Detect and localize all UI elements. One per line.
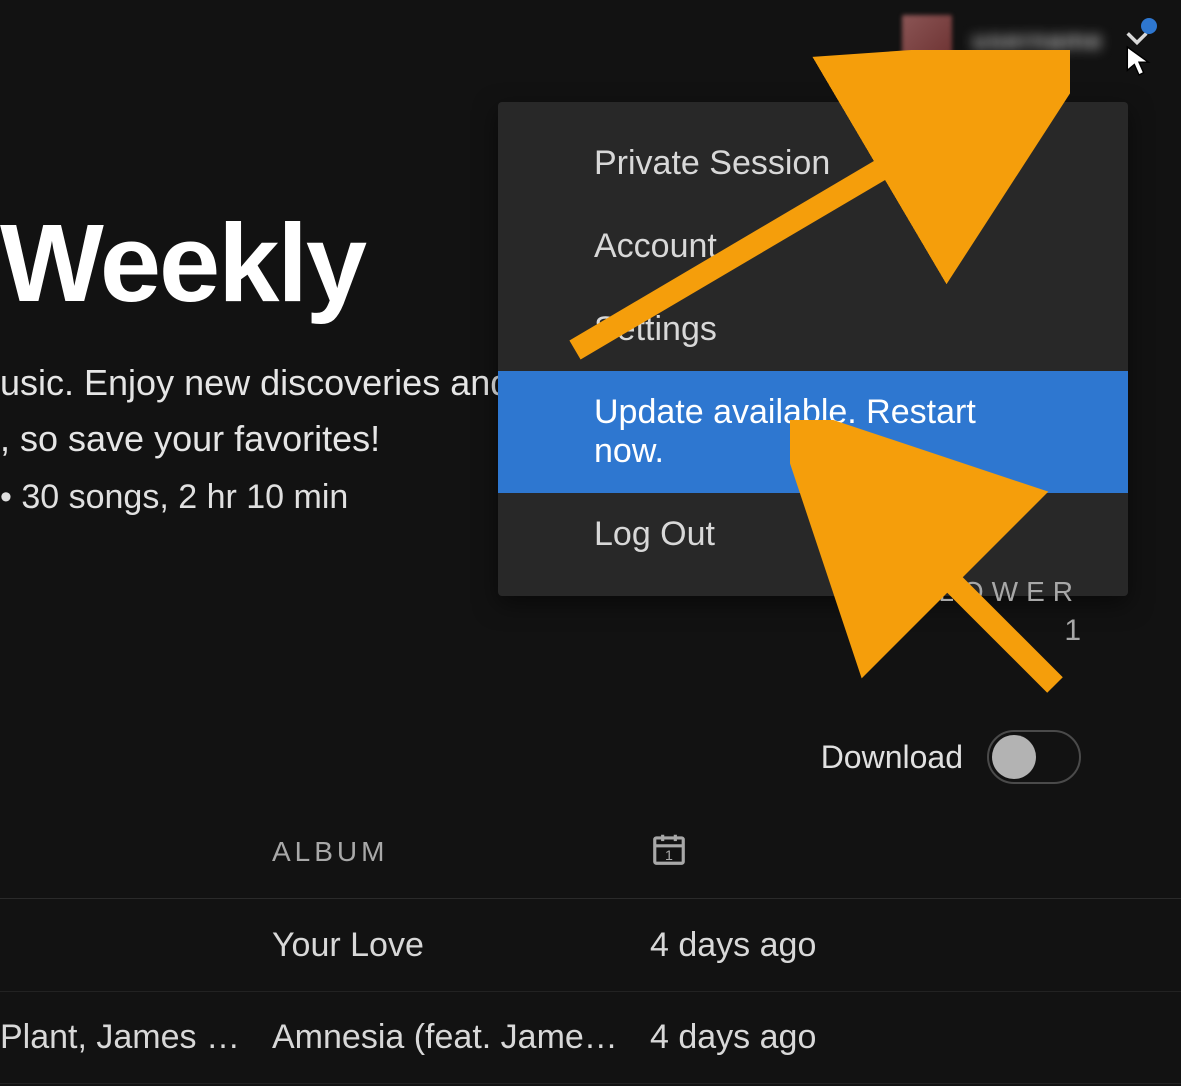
menu-item-update-restart[interactable]: Update available. Restart now. [498, 371, 1128, 493]
menu-item-log-out[interactable]: Log Out [498, 493, 1128, 576]
notification-dot-icon [1141, 18, 1157, 34]
column-header-album[interactable]: ALBUM [272, 836, 388, 868]
page-subtitle: usic. Enjoy new discoveries and , so sav… [0, 355, 510, 467]
subtitle-line-1: usic. Enjoy new discoveries and [0, 362, 510, 403]
playlist-meta: • 30 songs, 2 hr 10 min [0, 478, 348, 517]
follower-block: FOLLOWER 1 [860, 576, 1081, 648]
follower-label: FOLLOWER [860, 576, 1081, 608]
track-table-body: Your Love 4 days ago Plant, James … Amne… [0, 900, 1181, 1084]
avatar [902, 15, 952, 65]
calendar-icon: 1 [650, 830, 688, 868]
track-date: 4 days ago [650, 926, 1181, 965]
download-label: Download [821, 739, 963, 776]
follower-count: 1 [860, 614, 1081, 648]
user-dropdown-menu: Private Session Account Settings Update … [498, 102, 1128, 596]
column-header-date[interactable]: 1 [650, 830, 688, 873]
toggle-knob [992, 735, 1036, 779]
menu-item-account[interactable]: Account [498, 205, 1128, 288]
page-title: Weekly [0, 200, 365, 327]
subtitle-line-2: , so save your favorites! [0, 418, 380, 459]
track-artist: Plant, James … [0, 1018, 272, 1057]
table-row[interactable]: Plant, James … Amnesia (feat. Jame… 4 da… [0, 992, 1181, 1084]
cursor-icon [1125, 44, 1153, 78]
username-label: username [972, 25, 1103, 56]
download-toggle[interactable] [987, 730, 1081, 784]
track-album: Amnesia (feat. Jame… [272, 1018, 650, 1057]
menu-item-settings[interactable]: Settings [498, 288, 1128, 371]
track-album: Your Love [272, 926, 650, 965]
track-table-header: ALBUM 1 [0, 836, 1181, 899]
track-date: 4 days ago [650, 1018, 1181, 1057]
menu-item-private-session[interactable]: Private Session [498, 122, 1128, 205]
user-menu-trigger[interactable]: username [902, 15, 1151, 65]
svg-text:1: 1 [665, 848, 673, 864]
table-row[interactable]: Your Love 4 days ago [0, 900, 1181, 992]
download-row: Download [821, 730, 1081, 784]
